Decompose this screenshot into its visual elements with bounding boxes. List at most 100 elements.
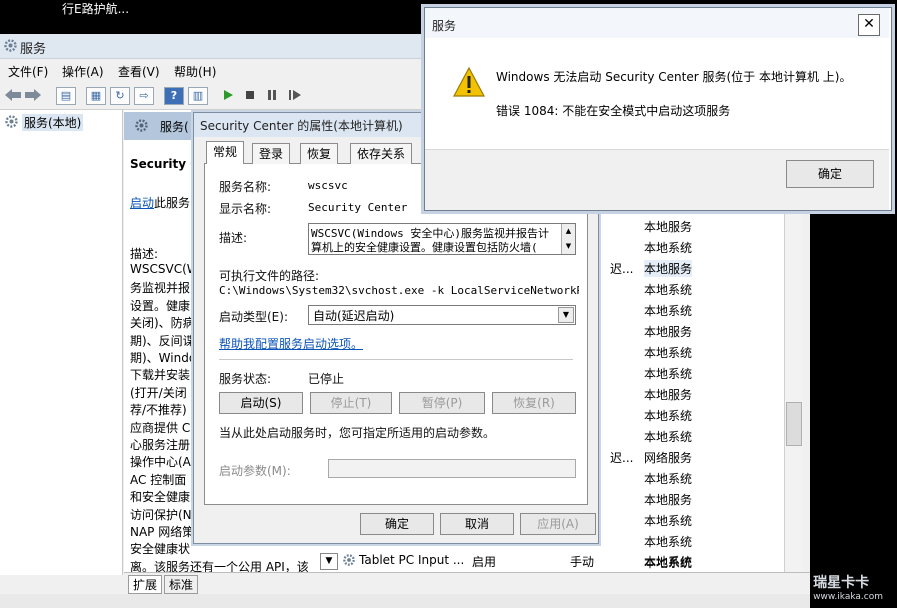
display-name-value: Security Center	[308, 201, 408, 214]
start-params-input[interactable]	[328, 459, 576, 478]
menu-action[interactable]: 操作(A)	[62, 63, 104, 80]
tab-recovery[interactable]: 恢复	[300, 143, 339, 164]
tab-extended[interactable]: 扩展	[128, 575, 163, 594]
divider	[219, 359, 573, 360]
properties-cancel-button[interactable]: 取消	[440, 513, 514, 535]
back-arrow-icon[interactable]	[4, 88, 22, 102]
pause-button[interactable]: 暂停(P)	[399, 392, 485, 414]
error-dialog-title: 服务	[432, 19, 457, 33]
description-line-2: 算机上的安全健康设置。健康设置包括防火墙(	[311, 241, 538, 254]
description-field-label: 描述:	[219, 231, 248, 245]
pause-icon[interactable]	[266, 89, 278, 101]
close-icon[interactable]: ✕	[858, 14, 880, 36]
exe-path-value: C:\Windows\System32\svchost.exe -k Local…	[219, 284, 579, 297]
dropdown-arrow-icon[interactable]: ▼	[320, 553, 338, 570]
description-label: 描述:	[130, 247, 159, 261]
error-titlebar	[425, 8, 889, 38]
taskbar-text: 行E路护航...	[62, 2, 130, 16]
menu-file[interactable]: 文件(F)	[8, 63, 48, 80]
table-row[interactable]: 本地系统	[644, 512, 692, 529]
startup-type-value: 自动(延迟启动)	[313, 309, 395, 323]
table-row[interactable]: 本地系统	[644, 533, 692, 550]
table-row[interactable]: 本地系统	[644, 365, 692, 382]
pane-header-title: 服务(	[160, 120, 189, 134]
menu-view[interactable]: 查看(V)	[118, 63, 160, 80]
view-tabs	[124, 572, 810, 595]
tab-general[interactable]: 常规	[206, 141, 245, 164]
stop-icon[interactable]	[244, 89, 256, 101]
services-window-title: 服务	[20, 42, 47, 57]
description-line: 荐/不推荐)	[130, 403, 187, 418]
description-line: 下载并安装	[130, 368, 191, 383]
services-gear-icon	[3, 38, 18, 53]
menu-help[interactable]: 帮助(H)	[174, 63, 216, 80]
warning-icon	[452, 66, 486, 98]
service-status-value: 已停止	[308, 372, 345, 386]
description-line: 心服务注册	[130, 438, 191, 452]
start-link-rest: 此服务	[154, 196, 191, 210]
description-line: (打开/关闭	[130, 385, 187, 400]
restart-icon[interactable]	[288, 89, 302, 101]
exe-path-label: 可执行文件的路径:	[219, 269, 320, 283]
resume-button[interactable]: 恢复(R)	[492, 392, 576, 414]
description-line: 务监视并报	[130, 281, 191, 296]
properties-apply-button[interactable]: 应用(A)	[520, 513, 596, 535]
watermark-brand: 瑞星卡卡	[813, 575, 870, 591]
error-ok-button[interactable]: 确定	[786, 160, 874, 188]
start-button[interactable]: 启动(S)	[219, 392, 303, 414]
export-icon[interactable]: ⇨	[134, 87, 154, 105]
description-line: 期)、Windo	[130, 351, 197, 365]
start-params-label: 启动参数(M):	[219, 464, 291, 478]
properties-ok-button[interactable]: 确定	[360, 513, 434, 535]
start-params-hint: 当从此处启动服务时，您可指定所适用的启动参数。	[219, 426, 496, 440]
local-services-gear-icon	[4, 114, 19, 129]
error-message: Windows 无法启动 Security Center 服务(位于 本地计算机…	[496, 70, 852, 84]
description-line: AC 控制面	[130, 472, 187, 487]
table-row-startup-partial: 迟...	[610, 262, 634, 276]
table-row[interactable]: 本地系统	[644, 281, 692, 298]
description-line: NAP 网络策	[130, 525, 195, 539]
forward-arrow-icon[interactable]	[24, 88, 42, 102]
table-row-startup: 手动	[570, 555, 595, 569]
tree-item-local-services[interactable]: 服务(本地)	[22, 114, 84, 131]
description-line: 应商提供 C	[130, 420, 191, 435]
table-row[interactable]: 本地服务	[644, 260, 693, 277]
table-row[interactable]: 本地系统	[644, 344, 692, 361]
table-row[interactable]: 本地服务	[644, 218, 692, 235]
tab-logon[interactable]: 登录	[252, 143, 291, 164]
help-icon[interactable]: ?	[164, 87, 184, 105]
table-row[interactable]: 本地系统	[644, 239, 692, 256]
selected-service-name: Security C	[130, 157, 200, 171]
tab-standard[interactable]: 标准	[164, 575, 199, 594]
description-line: 访问保护(N	[130, 507, 192, 522]
table-row[interactable]: 本地系统	[644, 470, 692, 487]
description-textbox[interactable]: WSCSVC(Windows 安全中心)服务监视并报告计 算机上的安全健康设置。…	[308, 223, 576, 255]
table-row[interactable]: 本地服务	[644, 386, 692, 403]
table-row-name[interactable]: Tablet PC Input ...	[359, 553, 464, 567]
chevron-down-icon[interactable]: ▼	[558, 307, 574, 323]
table-row-login: 本地系统	[644, 555, 693, 569]
description-scroll[interactable]: ▲ ▼	[561, 224, 575, 254]
scrollbar-thumb[interactable]	[786, 402, 802, 446]
table-row[interactable]: 本地系统	[644, 302, 692, 319]
service-status-label: 服务状态:	[219, 372, 272, 386]
table-row[interactable]: 本地服务	[644, 491, 692, 508]
table-row[interactable]: 本地系统	[644, 407, 692, 424]
stop-button[interactable]: 停止(T)	[310, 392, 392, 414]
description-line: 期)、反间谍	[130, 333, 195, 348]
pane-gear-icon	[134, 118, 149, 133]
table-row[interactable]: 网络服务	[644, 449, 692, 466]
table-row[interactable]: 本地系统	[644, 428, 692, 445]
startup-type-select[interactable]: 自动(延迟启动) ▼	[308, 305, 576, 325]
view-icon[interactable]: ▥	[188, 87, 208, 105]
tablet-service-gear-icon	[342, 553, 356, 567]
tab-dependencies[interactable]: 依存关系	[350, 143, 413, 164]
startup-type-label: 启动类型(E):	[219, 310, 288, 324]
table-row[interactable]: 本地服务	[644, 323, 692, 340]
play-icon[interactable]	[222, 89, 234, 101]
refresh-icon[interactable]: ↻	[110, 87, 130, 105]
console-tree-icon[interactable]: ▤	[56, 87, 76, 105]
start-service-link[interactable]: 启动	[130, 194, 154, 211]
help-config-link[interactable]: 帮助我配置服务启动选项。	[219, 335, 363, 352]
properties-icon[interactable]: ▦	[86, 87, 106, 105]
